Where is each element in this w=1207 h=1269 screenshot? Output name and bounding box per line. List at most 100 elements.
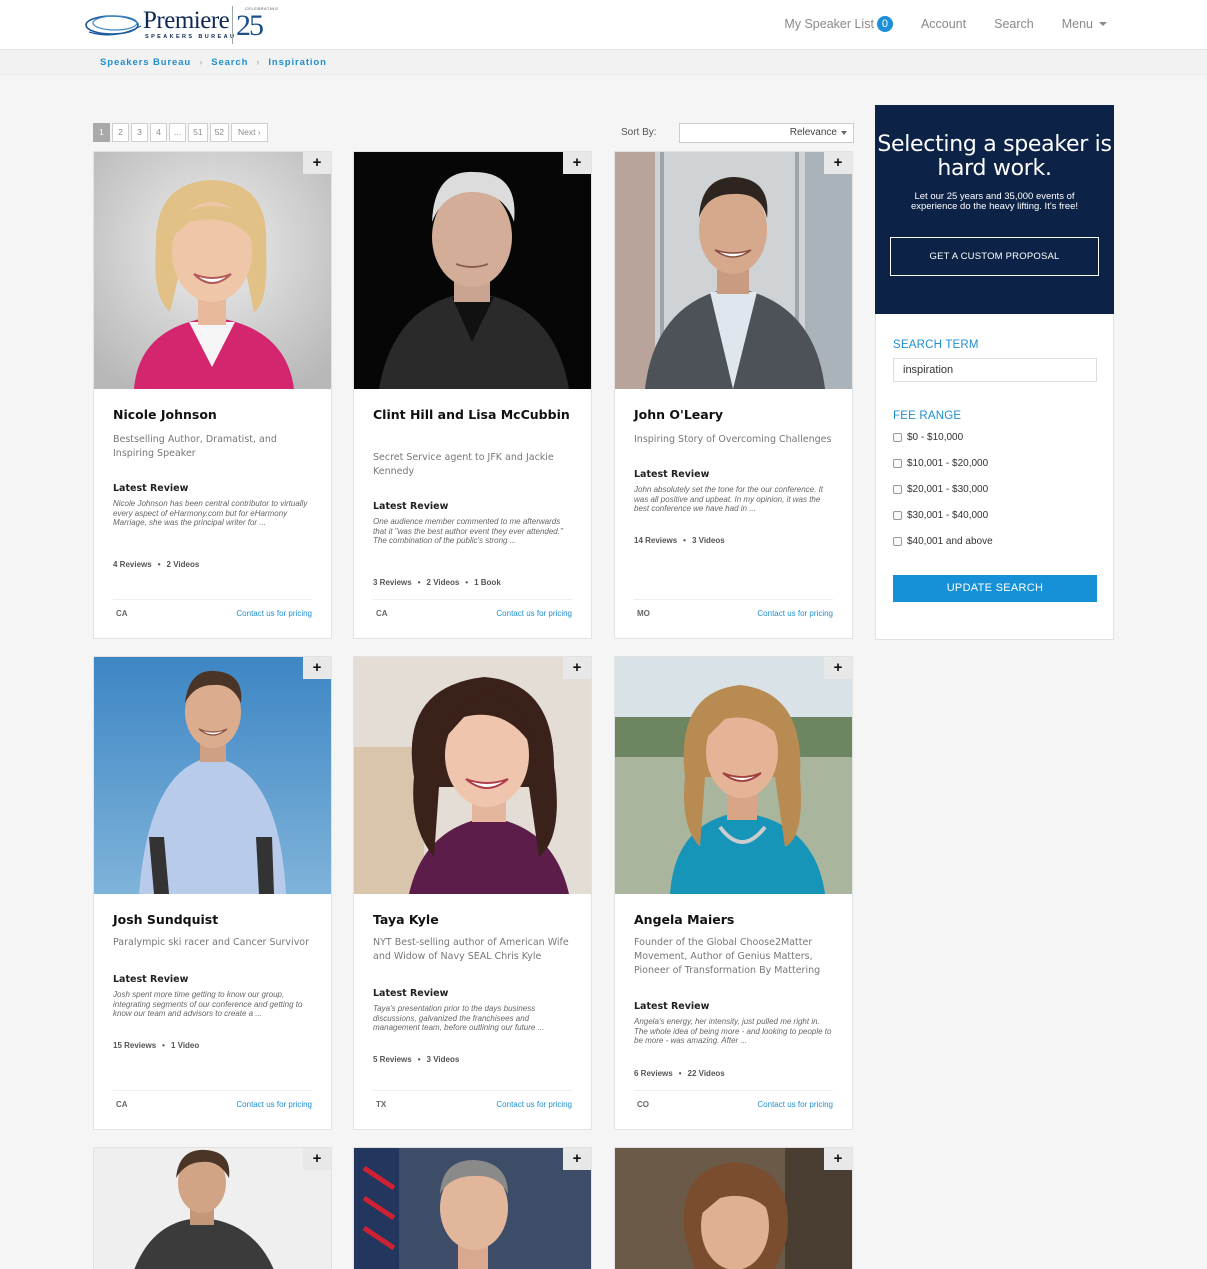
- fee-checkbox[interactable]: [893, 485, 902, 494]
- latest-review-text: Nicole Johnson has been central contribu…: [113, 499, 308, 527]
- speaker-name[interactable]: John O'Leary: [634, 406, 834, 424]
- speaker-photo[interactable]: [94, 1148, 331, 1269]
- contact-pricing-link[interactable]: Contact us for pricing: [236, 1100, 312, 1109]
- speaker-name[interactable]: Taya Kyle: [373, 911, 573, 929]
- pagination: 1 2 3 4 ... 51 52 Next ›: [93, 123, 270, 142]
- add-to-list-button[interactable]: +: [824, 657, 852, 679]
- add-to-list-button[interactable]: +: [303, 1148, 331, 1170]
- contact-pricing-link[interactable]: Contact us for pricing: [496, 1100, 572, 1109]
- next-page-button[interactable]: Next ›: [231, 123, 268, 142]
- breadcrumb: Speakers Bureau › Search › Inspiration: [100, 57, 327, 68]
- contact-pricing-link[interactable]: Contact us for pricing: [236, 609, 312, 618]
- nav-account[interactable]: Account: [921, 17, 966, 31]
- speaker-photo[interactable]: [354, 1148, 591, 1269]
- speaker-photo[interactable]: [94, 152, 331, 389]
- speaker-photo[interactable]: [615, 1148, 852, 1269]
- breadcrumb-speakers-bureau[interactable]: Speakers Bureau: [100, 57, 191, 68]
- premiere-logo[interactable]: Premiere SPEAKERS BUREAU CELEBRATING 25: [85, 6, 278, 44]
- add-to-list-button[interactable]: +: [303, 657, 331, 679]
- speaker-photo[interactable]: [354, 657, 591, 894]
- speaker-card[interactable]: +: [353, 1147, 592, 1269]
- fee-checkbox[interactable]: [893, 459, 902, 468]
- speaker-card[interactable]: + John O'Leary Inspiring Story of Overco…: [614, 151, 853, 639]
- breadcrumb-inspiration[interactable]: Inspiration: [268, 57, 326, 68]
- videos-count[interactable]: 3 Videos: [692, 536, 725, 545]
- page-4[interactable]: 4: [150, 123, 167, 142]
- nav-speaker-list[interactable]: My Speaker List 0: [784, 16, 893, 32]
- add-to-list-button[interactable]: +: [563, 152, 591, 174]
- page-52[interactable]: 52: [209, 123, 230, 142]
- speaker-card[interactable]: + Nicole Johnson Bestselling Author, Dra…: [93, 151, 332, 639]
- card-footer: CA Contact us for pricing: [373, 599, 572, 621]
- add-to-list-button[interactable]: +: [824, 1148, 852, 1170]
- page-3[interactable]: 3: [131, 123, 148, 142]
- reviews-count[interactable]: 15 Reviews: [113, 1041, 156, 1050]
- page-51[interactable]: 51: [188, 123, 208, 142]
- videos-count[interactable]: 1 Video: [171, 1041, 199, 1050]
- speaker-photo[interactable]: [615, 657, 852, 894]
- search-term-input[interactable]: inspiration: [893, 358, 1097, 382]
- nav-search[interactable]: Search: [994, 17, 1034, 31]
- speaker-card[interactable]: +: [614, 1147, 853, 1269]
- books-count[interactable]: 1 Book: [474, 578, 501, 587]
- reviews-count[interactable]: 3 Reviews: [373, 578, 412, 587]
- speaker-name[interactable]: Clint Hill and Lisa McCubbin: [373, 406, 573, 424]
- reviews-count[interactable]: 4 Reviews: [113, 560, 152, 569]
- fee-checkbox[interactable]: [893, 511, 902, 520]
- breadcrumb-search[interactable]: Search: [211, 57, 248, 68]
- speaker-photo[interactable]: [354, 152, 591, 389]
- contact-pricing-link[interactable]: Contact us for pricing: [757, 1100, 833, 1109]
- videos-count[interactable]: 2 Videos: [167, 560, 200, 569]
- fee-option[interactable]: $10,001 - $20,000: [893, 458, 988, 469]
- speaker-photo[interactable]: [94, 657, 331, 894]
- latest-review-text: Taya's presentation prior to the days bu…: [373, 1004, 545, 1032]
- logo-wordmark: Premiere: [143, 7, 230, 34]
- custom-proposal-promo: Selecting a speaker is hard work. Let ou…: [875, 105, 1114, 314]
- speaker-card[interactable]: + Angela Maiers Founder of the Global Ch…: [614, 656, 853, 1130]
- logo-anniversary: 25: [236, 9, 264, 42]
- latest-review-text: One audience member commented to me afte…: [373, 517, 563, 545]
- page-1[interactable]: 1: [93, 123, 110, 142]
- fee-option[interactable]: $40,001 and above: [893, 536, 993, 547]
- sort-select[interactable]: Relevance: [679, 123, 854, 143]
- page-ellipsis: ...: [169, 123, 187, 142]
- add-to-list-button[interactable]: +: [303, 152, 331, 174]
- update-search-button[interactable]: UPDATE SEARCH: [893, 575, 1097, 602]
- nav-menu[interactable]: Menu: [1062, 17, 1107, 31]
- add-to-list-button[interactable]: +: [563, 657, 591, 679]
- videos-count[interactable]: 22 Videos: [688, 1069, 725, 1078]
- speaker-description: NYT Best-selling author of American Wife…: [373, 937, 569, 962]
- chevron-down-icon: [1099, 22, 1107, 26]
- speaker-name[interactable]: Angela Maiers: [634, 911, 834, 929]
- contact-pricing-link[interactable]: Contact us for pricing: [496, 609, 572, 618]
- add-to-list-button[interactable]: +: [824, 152, 852, 174]
- fee-checkbox[interactable]: [893, 537, 902, 546]
- speaker-state: MO: [637, 609, 650, 618]
- chevron-right-icon: ›: [199, 57, 204, 68]
- speaker-name[interactable]: Nicole Johnson: [113, 406, 313, 424]
- speaker-card[interactable]: + Josh Sundquist Paralympic ski racer an…: [93, 656, 332, 1130]
- get-custom-proposal-button[interactable]: GET A CUSTOM PROPOSAL: [890, 237, 1099, 276]
- contact-pricing-link[interactable]: Contact us for pricing: [757, 609, 833, 618]
- reviews-count[interactable]: 5 Reviews: [373, 1055, 412, 1064]
- speaker-card[interactable]: + Clint Hill and Lisa McCubbin Secret Se…: [353, 151, 592, 639]
- fee-option-label: $0 - $10,000: [907, 432, 964, 443]
- sort-label: Sort By:: [621, 127, 657, 138]
- fee-option[interactable]: $20,001 - $30,000: [893, 484, 988, 495]
- speaker-card[interactable]: + Taya Kyle NYT Best-selling author of A…: [353, 656, 592, 1130]
- add-to-list-button[interactable]: +: [563, 1148, 591, 1170]
- fee-option[interactable]: $30,001 - $40,000: [893, 510, 988, 521]
- page-2[interactable]: 2: [112, 123, 129, 142]
- speaker-photo[interactable]: [615, 152, 852, 389]
- search-filters: SEARCH TERM inspiration FEE RANGE $0 - $…: [875, 314, 1114, 640]
- speaker-card[interactable]: +: [93, 1147, 332, 1269]
- fee-checkbox[interactable]: [893, 433, 902, 442]
- fee-option[interactable]: $0 - $10,000: [893, 432, 963, 443]
- speaker-name[interactable]: Josh Sundquist: [113, 911, 313, 929]
- latest-review-text: John absolutely set the tone for the our…: [634, 485, 824, 513]
- videos-count[interactable]: 2 Videos: [427, 578, 460, 587]
- reviews-count[interactable]: 6 Reviews: [634, 1069, 673, 1078]
- speaker-stats: 6 Reviews • 22 Videos: [634, 1069, 725, 1078]
- videos-count[interactable]: 3 Videos: [427, 1055, 460, 1064]
- reviews-count[interactable]: 14 Reviews: [634, 536, 677, 545]
